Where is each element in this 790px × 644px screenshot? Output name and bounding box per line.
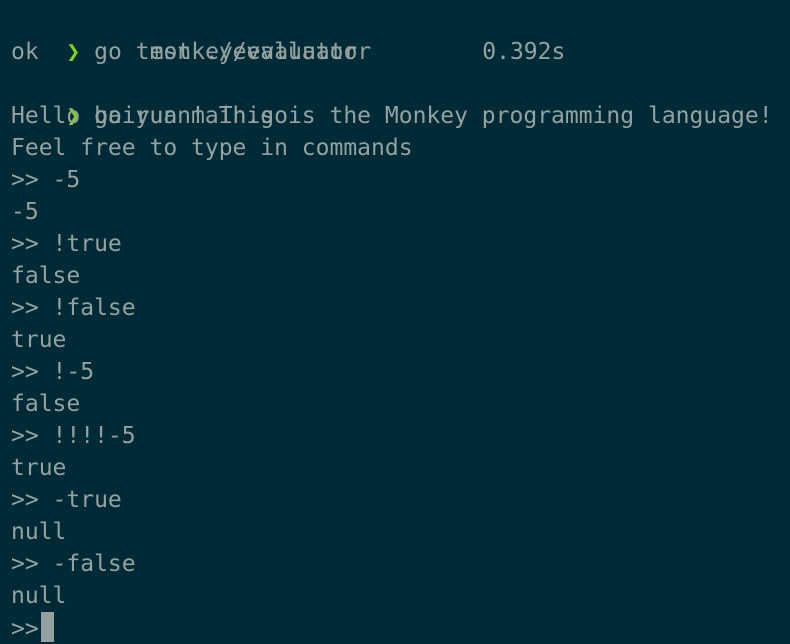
- repl-output-line: true: [11, 455, 67, 481]
- repl-output-line: null: [11, 583, 67, 609]
- text-cursor[interactable]: [40, 612, 54, 642]
- test-status: ok: [11, 39, 39, 65]
- test-time: 0.392s: [482, 39, 566, 65]
- shell-command-line: ❯ go run main.go: [11, 68, 790, 129]
- repl-input-line: >> -false: [11, 551, 136, 577]
- test-package: monkey/evaluator: [149, 39, 372, 65]
- repl-output-line: true: [11, 327, 67, 353]
- repl-input-line: >> !-5: [11, 359, 95, 385]
- repl-prompt: >>: [11, 616, 39, 642]
- repl-input-line: >> -true: [11, 487, 122, 513]
- output-line: Hello baiyuan! This is the Monkey progra…: [11, 103, 773, 129]
- repl-output-line: false: [11, 263, 81, 289]
- output-line: Feel free to type in commands: [11, 135, 413, 161]
- repl-input-line: >> !!!!-5: [11, 423, 136, 449]
- repl-active-prompt-line[interactable]: >>: [11, 612, 790, 644]
- repl-output-line: false: [11, 391, 81, 417]
- shell-command-line: ❯ go test ./evaluator: [11, 4, 790, 65]
- repl-input-line: >> -5: [11, 167, 81, 193]
- repl-output-line: null: [11, 519, 67, 545]
- test-result-line: ok monkey/evaluator 0.392s: [11, 36, 790, 68]
- terminal-window[interactable]: ❯ go test ./evaluator ok monkey/evaluator…: [0, 0, 790, 644]
- repl-input-line: >> !false: [11, 295, 136, 321]
- repl-output-line: -5: [11, 199, 39, 225]
- repl-input-line: >> !true: [11, 231, 122, 257]
